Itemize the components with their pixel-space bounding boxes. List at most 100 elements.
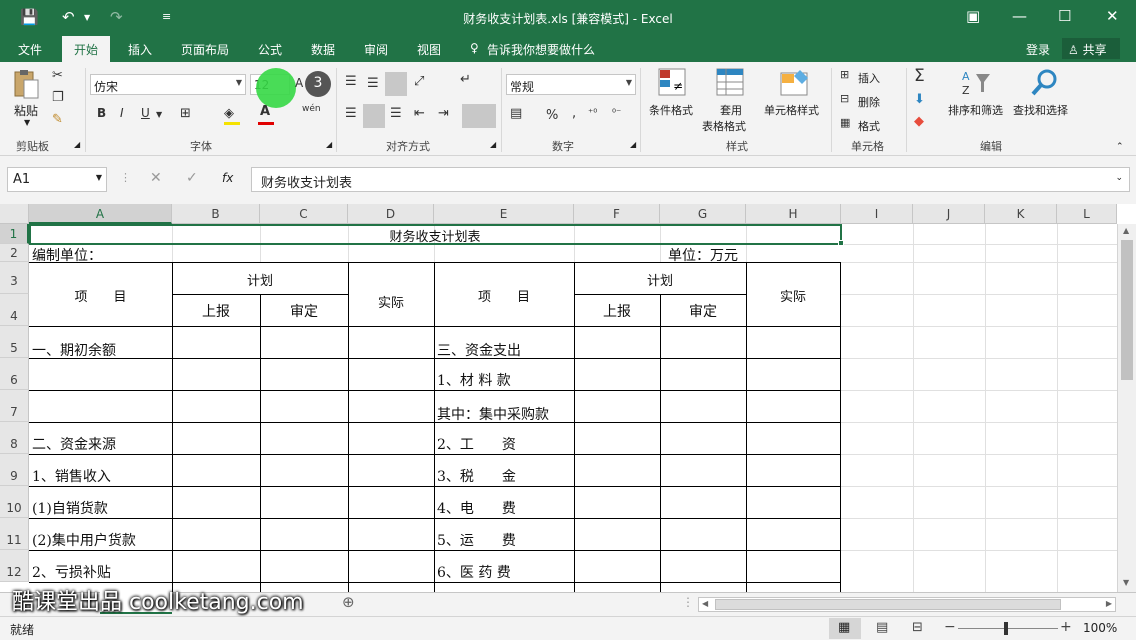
orientation-icon[interactable]: ⤢ [414, 74, 424, 89]
tab-file[interactable]: 文件 [18, 41, 42, 58]
row-header-8[interactable]: 8 [0, 422, 29, 454]
column-header-B[interactable]: B [172, 204, 260, 224]
align-top-icon[interactable]: ☰ [345, 74, 357, 89]
column-header-E[interactable]: E [434, 204, 574, 224]
fill-color-icon[interactable]: ◈ [224, 106, 234, 121]
cell-a12[interactable]: 2、亏损补贴 [32, 562, 111, 582]
format-as-table-label-1[interactable]: 套用 [720, 102, 742, 118]
italic-button[interactable]: I [120, 106, 124, 120]
cell-g2[interactable]: 单位：万元 [668, 245, 738, 265]
cell-e5[interactable]: 三、资金支出 [437, 340, 521, 360]
sort-filter-button[interactable]: 排序和筛选 [948, 102, 1003, 118]
cell-item-right[interactable]: 项 目 [434, 286, 574, 305]
insert-cells-button[interactable]: 插入 [858, 70, 880, 86]
cell-e9[interactable]: 3、税 金 [437, 466, 516, 486]
row-header-3[interactable]: 3 [0, 262, 29, 294]
tab-review[interactable]: 审阅 [364, 41, 388, 58]
page-layout-view-icon[interactable]: ▤ [876, 620, 888, 635]
clipboard-icon[interactable] [12, 68, 42, 99]
format-as-table-icon[interactable] [716, 68, 746, 98]
column-header-K[interactable]: K [985, 204, 1057, 224]
autosum-icon[interactable]: Σ [914, 66, 925, 86]
scroll-up-icon[interactable]: ▲ [1123, 226, 1129, 235]
row-header-5[interactable]: 5 [0, 326, 29, 358]
cell-e8[interactable]: 2、工 资 [437, 434, 516, 454]
tab-data[interactable]: 数据 [311, 41, 335, 58]
merge-center-icon[interactable] [462, 104, 496, 128]
row-header-7[interactable]: 7 [0, 390, 29, 422]
increase-decimal-icon[interactable]: ⁺⁰ [588, 108, 597, 119]
maximize-icon[interactable]: ☐ [1058, 7, 1071, 25]
row-header-9[interactable]: 9 [0, 454, 29, 486]
magnifier-icon[interactable] [1030, 68, 1060, 98]
align-middle-icon[interactable]: ☰ [367, 76, 379, 91]
column-header-H[interactable]: H [746, 204, 841, 224]
align-bottom-icon[interactable] [385, 72, 407, 96]
copy-icon[interactable]: ❐ [52, 90, 64, 105]
tab-split-icon[interactable]: ⋮ [682, 595, 694, 609]
cell-a9[interactable]: 1、销售收入 [32, 466, 111, 486]
normal-view-button[interactable]: ▦ [829, 618, 861, 639]
cell-report-left[interactable]: 上报 [172, 301, 260, 321]
phonetic-button[interactable]: wén [302, 104, 321, 114]
horizontal-scrollbar[interactable]: ◀ ▶ [698, 597, 1116, 612]
expand-formula-icon[interactable]: ⌄ [1115, 173, 1123, 183]
tab-page-layout[interactable]: 页面布局 [181, 41, 229, 58]
row-header-11[interactable]: 11 [0, 518, 29, 550]
cell-title[interactable]: 财务收支计划表 [29, 226, 841, 245]
delete-cells-icon[interactable]: ⊟ [840, 92, 849, 105]
formula-input[interactable]: 财务收支计划表 ⌄ [251, 167, 1130, 192]
cut-icon[interactable]: ✂ [52, 68, 63, 83]
zoom-slider-thumb[interactable] [1004, 622, 1008, 635]
clipboard-launcher-icon[interactable]: ◢ [74, 140, 80, 149]
minimize-icon[interactable]: — [1012, 7, 1027, 25]
cell-styles-button[interactable]: 单元格样式 [764, 102, 819, 118]
underline-button[interactable]: U [141, 106, 150, 120]
clear-icon[interactable]: ◆ [914, 114, 924, 129]
conditional-format-icon[interactable]: ≠ [658, 68, 688, 98]
tab-home[interactable]: 开始 [62, 36, 111, 62]
insert-cells-icon[interactable]: ⊞ [840, 68, 849, 81]
cell-actual-left[interactable]: 实际 [348, 292, 434, 311]
worksheet-grid[interactable]: A B C D E F G H I J K L 1 2 3 4 5 6 7 8 … [0, 204, 1136, 592]
accounting-format-icon[interactable]: ▤ [510, 106, 522, 121]
row-header-4[interactable]: 4 [0, 294, 29, 326]
cell-plan-right[interactable]: 计划 [574, 270, 746, 289]
confirm-icon[interactable]: ✓ [186, 170, 198, 186]
cancel-icon[interactable]: ✕ [150, 170, 162, 186]
comma-button[interactable]: , [572, 106, 576, 121]
format-painter-icon[interactable]: ✎ [52, 112, 63, 127]
format-cells-button[interactable]: 格式 [858, 118, 880, 134]
tab-insert[interactable]: 插入 [128, 41, 152, 58]
delete-cells-button[interactable]: 删除 [858, 94, 880, 110]
name-box[interactable]: A1 ▼ [7, 167, 107, 192]
row-header-1[interactable]: 1 [0, 224, 29, 244]
row-header-2[interactable]: 2 [0, 244, 29, 262]
underline-dropdown-icon[interactable]: ▼ [156, 110, 162, 119]
increase-indent-icon[interactable]: ⇥ [438, 106, 449, 121]
borders-icon[interactable]: ⊞ [180, 106, 191, 121]
decrease-decimal-icon[interactable]: ⁰⁻ [612, 108, 621, 119]
tell-me-box[interactable]: 告诉我你想要做什么 [487, 41, 595, 58]
column-header-I[interactable]: I [841, 204, 913, 224]
cell-e11[interactable]: 5、运 费 [437, 530, 516, 550]
column-header-C[interactable]: C [260, 204, 348, 224]
number-format-combo[interactable]: 常规 ▼ [506, 74, 636, 95]
align-center-icon[interactable] [363, 104, 385, 128]
cell-a8[interactable]: 二、资金来源 [32, 434, 116, 454]
row-header-6[interactable]: 6 [0, 358, 29, 390]
column-header-D[interactable]: D [348, 204, 434, 224]
horizontal-scroll-thumb[interactable] [715, 599, 1061, 610]
tab-view[interactable]: 视图 [417, 41, 441, 58]
paste-dropdown-icon[interactable]: ▼ [24, 118, 30, 127]
column-header-J[interactable]: J [913, 204, 985, 224]
conditional-format-button[interactable]: 条件格式 [649, 102, 693, 118]
collapse-ribbon-icon[interactable]: ⌃ [1116, 142, 1124, 152]
row-header-12[interactable]: 12 [0, 550, 29, 582]
cell-styles-icon[interactable] [780, 68, 810, 98]
add-sheet-icon[interactable]: ⊕ [342, 593, 355, 611]
scroll-right-icon[interactable]: ▶ [1106, 599, 1112, 608]
bold-button[interactable]: B [97, 106, 106, 120]
column-header-G[interactable]: G [660, 204, 746, 224]
share-button[interactable]: ♙ 共享 [1062, 38, 1120, 59]
